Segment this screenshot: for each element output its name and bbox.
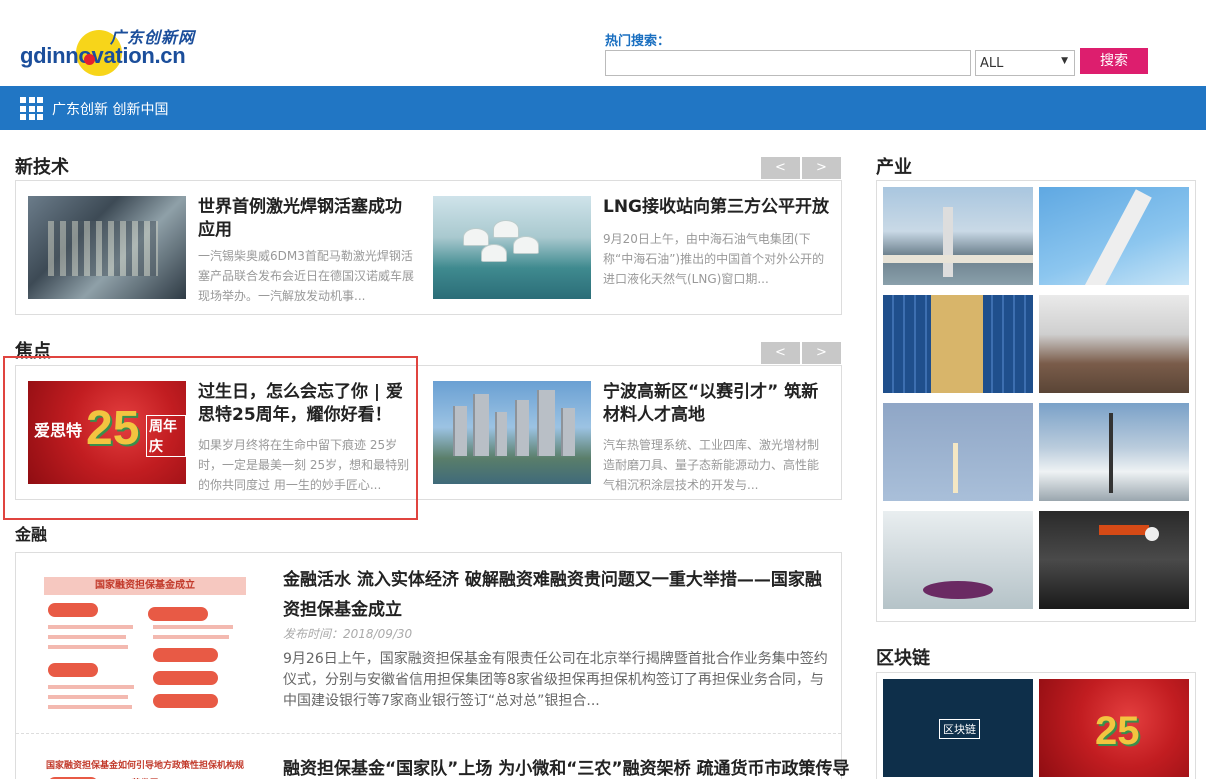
- select-arrow-icon: ▼: [1061, 56, 1068, 66]
- section-title-qukuailian: 区块链: [876, 648, 930, 669]
- highlight-box: [3, 356, 418, 520]
- search-select-value: ALL: [980, 56, 1004, 71]
- logo-dot: [84, 54, 95, 65]
- prev-button[interactable]: <: [761, 342, 800, 364]
- thumb-launch[interactable]: [883, 403, 1033, 501]
- article-title[interactable]: 宁波高新区“以赛引才” 筑新材料人才高地: [603, 381, 833, 427]
- infographic-image[interactable]: 国家融资担保基金成立: [28, 563, 263, 723]
- engine-image[interactable]: [28, 196, 186, 299]
- thumb-blockchain[interactable]: 区块链: [883, 679, 1033, 777]
- search-input[interactable]: [605, 50, 971, 76]
- section-title-xinjishu: 新技术: [15, 157, 69, 178]
- thumb-meeting[interactable]: [1039, 295, 1189, 393]
- thumb-rocket[interactable]: [1039, 187, 1189, 285]
- article-desc: 9月20日上午，由中海石油气电集团(下称“中海石油”)推出的中国首个对外公开的进…: [603, 232, 825, 286]
- blockchain-label: 区块链: [939, 719, 980, 739]
- section-title-jinrong: 金融: [15, 525, 48, 544]
- publish-date: 发布时间：2018/09/30: [283, 627, 413, 641]
- search-button[interactable]: 搜索: [1080, 48, 1148, 74]
- nav-slogan: 广东创新 创新中国: [52, 102, 169, 118]
- chanye-gallery: [876, 180, 1196, 622]
- thumb-train-station[interactable]: [1039, 511, 1189, 609]
- search-category-select[interactable]: ALL ▼: [975, 50, 1075, 76]
- logo-en-text: gdinnovation.cn: [20, 43, 186, 68]
- article-title[interactable]: 世界首例激光焊钢活塞成功应用: [198, 196, 418, 242]
- xinjishu-pager: < >: [761, 157, 841, 179]
- article-desc: 一汽锡柴奥威6DM3首配马勒激光焊钢活塞产品联合发布会近日在德国汉诺威车展现场举…: [198, 249, 415, 303]
- article-desc: 9月26日上午，国家融资担保基金有限责任公司在北京举行揭牌暨首批合作业务集中签约…: [283, 651, 828, 709]
- infographic-image[interactable]: 国家融资担保基金如何引导地方政策性担保机构规范发展: [28, 753, 263, 779]
- thumb-power-tower[interactable]: [1039, 403, 1189, 501]
- jinrong-box: 国家融资担保基金成立 金融活水 流入实体经济 破解融资难融资贵问题又一重大举措—…: [15, 552, 850, 779]
- infographic-header: 国家融资担保基金如何引导地方政策性担保机构规范发展: [44, 757, 246, 775]
- next-button[interactable]: >: [802, 342, 841, 364]
- xinjishu-box: 世界首例激光焊钢活塞成功应用 一汽锡柴奥威6DM3首配马勒激光焊钢活塞产品联合发…: [15, 180, 842, 315]
- section-title-chanye: 产业: [876, 157, 912, 178]
- article-title[interactable]: 金融活水 流入实体经济 破解融资难融资贵问题又一重大举措——国家融资担保基金成立: [283, 565, 828, 625]
- main-navbar: 广东创新 创新中国: [0, 86, 1206, 130]
- article-title[interactable]: 融资担保基金“国家队”上场 为小微和“三农”融资架桥 疏通货币市政策传导: [283, 754, 850, 779]
- prev-button[interactable]: <: [761, 157, 800, 179]
- thumb-exhibition[interactable]: [883, 511, 1033, 609]
- thumb-caption: 25: [1095, 709, 1140, 753]
- menu-grid-icon[interactable]: [20, 97, 43, 120]
- thumb-anniversary[interactable]: 25: [1039, 679, 1189, 777]
- thumb-solar-panels[interactable]: [883, 295, 1033, 393]
- jiaodian-pager: < >: [761, 342, 841, 364]
- thumb-bridge-construction[interactable]: [883, 187, 1033, 285]
- article-desc: 汽车热管理系统、工业四库、激光增材制造耐磨刀具、量子态新能源动力、高性能气相沉积…: [603, 438, 820, 492]
- next-button[interactable]: >: [802, 157, 841, 179]
- lng-terminal-image[interactable]: [433, 196, 591, 299]
- hot-search-label: 热门搜索：: [605, 34, 671, 49]
- divider: [16, 733, 841, 734]
- city-image[interactable]: [433, 381, 591, 484]
- article-title[interactable]: LNG接收站向第三方公平开放: [603, 196, 833, 219]
- infographic-header: 国家融资担保基金成立: [44, 577, 246, 595]
- site-logo[interactable]: 广东创新网 gdinnovation.cn: [18, 24, 208, 84]
- qukuailian-gallery: 区块链 25: [876, 672, 1196, 779]
